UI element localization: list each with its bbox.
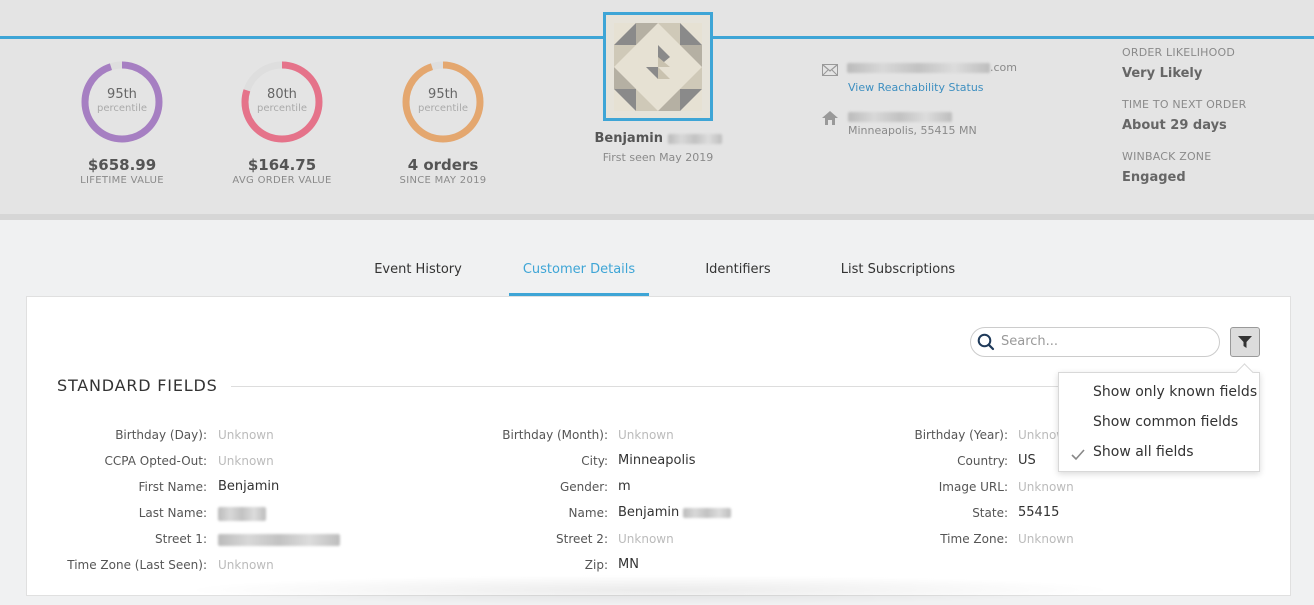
field-label: Birthday (Month): xyxy=(502,428,608,442)
field-value: Unknown xyxy=(218,454,274,468)
header-divider xyxy=(0,214,1314,220)
field-value: Unknown xyxy=(618,428,674,442)
order-likelihood-value: Very Likely xyxy=(1122,66,1203,81)
view-reachability-link[interactable]: View Reachability Status xyxy=(848,81,984,94)
orders-stat: 95th percentile 4 orders SINCE MAY 2019 xyxy=(363,60,523,188)
tab-identifiers[interactable]: Identifiers xyxy=(690,250,786,296)
bottom-shadow xyxy=(180,575,1120,605)
field-label: Name: xyxy=(568,506,608,520)
lifetime-value-label: LIFETIME VALUE xyxy=(80,175,164,186)
section-divider xyxy=(231,386,1061,387)
field-value: Unknown xyxy=(618,532,674,546)
field-value: US xyxy=(1018,453,1036,468)
customer-header: 95th percentile $658.99 LIFETIME VALUE 8… xyxy=(0,0,1314,220)
tab-customer-details[interactable]: Customer Details xyxy=(509,250,649,296)
menu-item-show-all-fields[interactable]: Show all fields xyxy=(1093,444,1194,460)
menu-item-show-common-fields[interactable]: Show common fields xyxy=(1093,414,1238,430)
field-label: Street 2: xyxy=(556,532,608,546)
field-label: Image URL: xyxy=(938,480,1008,494)
percentile-caption: percentile xyxy=(256,103,307,114)
field-label: Country: xyxy=(957,454,1008,468)
field-label: CCPA Opted-Out: xyxy=(104,454,207,468)
street-address xyxy=(848,110,952,123)
redacted-street xyxy=(848,112,952,122)
checkmark-icon xyxy=(1071,446,1085,465)
field-value: Benjamin xyxy=(218,479,280,494)
field-value: m xyxy=(618,479,631,494)
name-first: Benjamin xyxy=(618,505,680,520)
filter-button[interactable] xyxy=(1230,327,1260,357)
field-label: First Name: xyxy=(138,480,207,494)
city-zip: Minneapolis, 55415 MN xyxy=(848,124,977,137)
avatar-pattern-icon xyxy=(614,22,702,111)
field-value: Unknown xyxy=(1018,480,1074,494)
lifetime-value-amount: $658.99 xyxy=(87,156,157,174)
profile-tabs: Event History Customer Details Identifie… xyxy=(0,250,1314,296)
field-label: Time Zone (Last Seen): xyxy=(67,558,207,572)
field-value: Unknown xyxy=(218,558,274,572)
percentile-value: 95th xyxy=(107,87,137,102)
redacted-email xyxy=(847,63,990,73)
percentile-value: 95th xyxy=(428,87,458,102)
order-likelihood-label: ORDER LIKELIHOOD xyxy=(1122,46,1236,59)
field-label: Birthday (Day): xyxy=(115,428,207,442)
field-value: Minneapolis xyxy=(618,453,696,468)
search-icon xyxy=(977,333,995,355)
redacted-street-value xyxy=(218,533,340,546)
redacted-last-name xyxy=(667,133,722,144)
filter-icon xyxy=(1238,336,1252,348)
section-title: STANDARD FIELDS xyxy=(57,376,218,395)
email-suffix: .com xyxy=(990,61,1017,74)
orders-since-label: SINCE MAY 2019 xyxy=(399,175,487,186)
tab-event-history[interactable]: Event History xyxy=(358,250,478,296)
field-label: Birthday (Year): xyxy=(914,428,1008,442)
percentile-caption: percentile xyxy=(417,103,468,114)
field-value xyxy=(218,532,340,547)
avg-order-value-stat: 80th percentile $164.75 AVG ORDER VALUE xyxy=(202,60,362,188)
filter-dropdown-menu: Show only known fields Show common field… xyxy=(1058,372,1260,472)
field-label: Time Zone: xyxy=(940,532,1008,546)
field-label: City: xyxy=(581,454,608,468)
avg-order-value-amount: $164.75 xyxy=(247,156,317,174)
avatar[interactable] xyxy=(603,12,713,121)
search-input[interactable] xyxy=(1001,334,1201,349)
winback-zone-value: Engaged xyxy=(1122,170,1186,185)
time-to-next-order-label: TIME TO NEXT ORDER xyxy=(1122,98,1247,111)
field-value xyxy=(218,506,266,521)
percentile-caption: percentile xyxy=(96,103,147,114)
home-icon xyxy=(822,110,838,129)
field-label: Street 1: xyxy=(155,532,207,546)
lifetime-value-stat: 95th percentile $658.99 LIFETIME VALUE xyxy=(42,60,202,188)
field-label: State: xyxy=(972,506,1008,520)
tab-list-subscriptions[interactable]: List Subscriptions xyxy=(828,250,968,296)
field-label: Zip: xyxy=(584,558,608,572)
email-address: .com xyxy=(847,61,1017,74)
orders-count: 4 orders xyxy=(407,156,479,174)
menu-item-show-known-fields[interactable]: Show only known fields xyxy=(1093,384,1257,400)
field-value: Unknown xyxy=(218,428,274,442)
search-box xyxy=(970,327,1220,357)
avg-order-value-label: AVG ORDER VALUE xyxy=(232,175,332,186)
redacted-last-name-value xyxy=(218,506,266,521)
percentile-value: 80th xyxy=(267,87,297,102)
field-value: Benjamin xyxy=(618,505,732,520)
field-label: Gender: xyxy=(559,480,608,494)
field-value: Unknown xyxy=(1018,532,1074,546)
field-value: 55415 xyxy=(1018,505,1060,520)
profile-name: Benjamin xyxy=(560,131,756,146)
field-label: Last Name: xyxy=(138,506,207,520)
profile-first-name: Benjamin xyxy=(594,131,663,146)
time-to-next-order-value: About 29 days xyxy=(1122,118,1227,133)
redacted-name xyxy=(683,507,732,518)
profile-first-seen: First seen May 2019 xyxy=(602,151,714,164)
email-icon xyxy=(822,61,838,80)
field-value: MN xyxy=(618,557,639,572)
winback-zone-label: WINBACK ZONE xyxy=(1122,150,1212,163)
